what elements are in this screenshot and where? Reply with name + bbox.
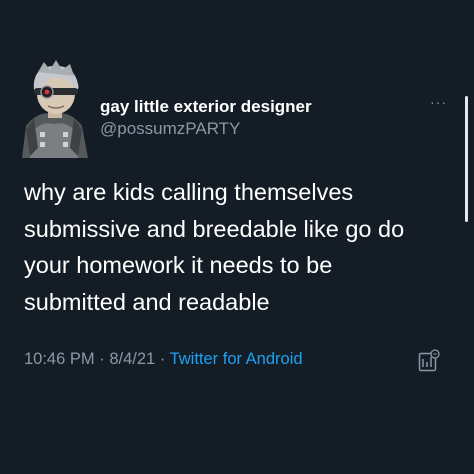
tweet-time[interactable]: 10:46 PM	[24, 350, 95, 368]
tweet-text-line: your homework it needs to be	[24, 252, 333, 278]
tweet-source-link[interactable]: Twitter for Android	[170, 350, 303, 368]
tweet-text-line: submissive and breedable like go do	[24, 215, 405, 242]
display-name[interactable]: gay little exterior designer	[100, 97, 312, 117]
separator: ·	[99, 350, 105, 368]
scrollbar[interactable]	[465, 96, 468, 222]
user-handle[interactable]: @possumzPARTY	[100, 119, 240, 139]
tweet-text-line: submitted and readable	[24, 288, 270, 315]
tweet-text: why are kids calling themselves submissi…	[24, 174, 460, 320]
tweet-date[interactable]: 8/4/21	[109, 350, 155, 368]
avatar[interactable]	[16, 58, 92, 158]
more-options-icon[interactable]: ···	[430, 94, 447, 110]
analytics-icon[interactable]	[418, 349, 440, 373]
tweet-text-line: why are kids calling themselves	[24, 179, 354, 205]
separator: ·	[159, 350, 166, 368]
tweet-metadata: 10:46 PM · 8/4/21 · Twitter for Android	[24, 350, 303, 369]
tweet-card: gay little exterior designer @possumzPAR…	[0, 0, 474, 474]
